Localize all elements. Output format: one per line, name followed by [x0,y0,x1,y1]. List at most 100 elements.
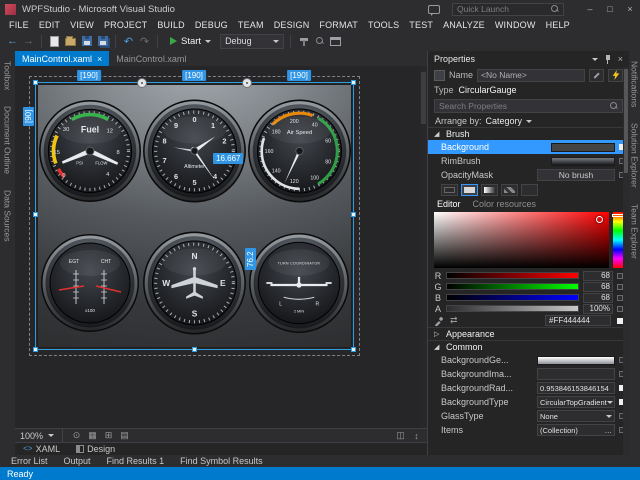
selected-gauge-panel[interactable]: Fuel 0 15 30 4 8 12 PSI FLOW [37,84,352,348]
sidebar-tab-data-sources[interactable]: Data Sources [3,190,13,242]
minimize-button[interactable]: – [580,1,600,17]
alpha-channel-value[interactable]: 100% [583,304,613,314]
sidebar-tab-notifications[interactable]: Notifications [630,61,640,107]
row-height-tag[interactable]: [90] [23,107,34,126]
resize-handle-w[interactable] [33,212,38,217]
menu-item-window[interactable]: WINDOW [490,20,541,30]
section-header-appearance[interactable]: ▷ Appearance [428,327,629,340]
alpha-channel-slider[interactable] [446,305,579,312]
tab-design[interactable]: Design [68,443,123,456]
start-debugging-button[interactable]: Start [164,33,217,50]
find-in-files-icon[interactable] [313,33,326,49]
column-splitter-knob[interactable] [242,78,252,88]
property-row-background[interactable]: Background [428,140,629,154]
maximize-button[interactable]: □ [600,1,620,17]
navigate-back-icon[interactable]: ← [6,33,19,49]
menu-item-tools[interactable]: TOOLS [363,20,404,30]
turn-coordinator-gauge[interactable]: TURN COORDINATOR L R 2 MIN [248,232,350,334]
green-channel-value[interactable]: 68 [583,282,613,292]
backgroundradius-value[interactable]: 0.953846153846154 [537,382,615,394]
properties-scrollbar[interactable] [623,67,629,455]
close-button[interactable]: × [620,1,640,17]
title-bar[interactable]: WPFStudio - Microsoft Visual Studio Quic… [0,0,640,18]
close-icon[interactable]: × [618,54,623,64]
sidebar-tab-toolbox[interactable]: Toolbox [3,61,13,90]
menu-item-debug[interactable]: DEBUG [190,20,233,30]
section-header-common[interactable]: ◢ Common [428,340,629,353]
column-width-tag[interactable]: [190] [77,70,101,81]
sidebar-tab-team-explorer[interactable]: Team Explorer [630,204,640,259]
events-mode-button[interactable] [608,69,623,82]
scrollbar-thumb[interactable] [624,69,628,173]
tab-color-resources[interactable]: Color resources [473,199,537,209]
open-file-icon[interactable] [64,33,77,49]
show-grid-icon[interactable]: ▦ [87,430,98,441]
artboard-background-icon[interactable]: ◫ [395,430,406,441]
ellipsis-icon[interactable]: … [605,426,613,435]
arrange-by-row[interactable]: Arrange by: Category [428,115,629,127]
tab-editor[interactable]: Editor [437,199,461,209]
property-row-rimbrush[interactable]: RimBrush [428,154,629,168]
altimeter-gauge[interactable]: 0 1 2 3 4 5 6 7 8 9 Altimeter [142,93,247,209]
property-row-backgroundtype[interactable]: BackgroundType CircularTopGradient [428,395,629,409]
scrollbar-thumb[interactable] [421,72,426,124]
backgroundimage-value[interactable] [537,368,615,380]
zoom-level-dropdown[interactable]: 100% [20,431,43,441]
property-row-glasstype[interactable]: GlassType None [428,409,629,423]
property-row-backgroundimage[interactable]: BackgroundIma... [428,367,629,381]
feedback-bubble-icon[interactable] [428,5,440,14]
opacitymask-value[interactable]: No brush [537,169,615,181]
menu-item-team[interactable]: TEAM [233,20,269,30]
column-splitter-knob[interactable] [137,78,147,88]
section-header-brush[interactable]: ◢ Brush [428,127,629,140]
doc-tab-maincontrol-inactive[interactable]: MainControl.xaml [109,51,193,66]
xaml-designer-surface[interactable]: Fuel 0 15 30 4 8 12 PSI FLOW [15,66,427,428]
sidebar-tab-solution-explorer[interactable]: Solution Explorer [630,123,640,188]
brush-resource-button[interactable] [521,184,538,196]
blue-channel-label[interactable]: B [434,293,442,303]
undo-icon[interactable]: ↶ [122,33,135,49]
backgroundgeometry-swatch[interactable] [537,356,615,365]
hue-slider[interactable] [613,212,623,268]
menu-item-analyze[interactable]: ANALYZE [438,20,490,30]
snap-to-grid-icon[interactable]: ⊞ [103,430,114,441]
properties-header[interactable]: Properties × [428,51,629,67]
solution-configuration-dropdown[interactable]: Debug [220,34,284,49]
column-width-tag[interactable]: [190] [182,70,206,81]
resize-handle-sw[interactable] [33,347,38,352]
search-properties-input[interactable]: Search Properties [434,99,623,113]
resize-handle-s[interactable] [192,347,197,352]
navigate-forward-icon[interactable]: → [22,33,35,49]
doc-tab-maincontrol-active[interactable]: MainControl.xaml × [15,51,109,66]
menu-item-view[interactable]: VIEW [65,20,99,30]
resize-handle-ne[interactable] [351,80,356,85]
swap-colors-icon[interactable]: ⇄ [450,315,458,326]
alpha-channel-label[interactable]: A [434,304,442,314]
saturation-value-picker[interactable] [434,212,609,268]
menu-item-build[interactable]: BUILD [152,20,190,30]
tile-brush-button[interactable] [501,184,518,196]
gradient-brush-button[interactable] [481,184,498,196]
menu-item-file[interactable]: FILE [4,20,34,30]
green-channel-label[interactable]: G [434,282,442,292]
items-collection-value[interactable]: (Collection) … [537,424,615,436]
close-icon[interactable]: × [97,54,102,64]
name-input[interactable]: <No Name> [477,69,585,82]
gauge-panel-background[interactable]: Fuel 0 15 30 4 8 12 PSI FLOW [37,84,352,348]
redo-icon[interactable]: ↷ [138,33,151,49]
tab-error-list[interactable]: Error List [3,455,56,467]
red-channel-slider[interactable] [446,272,579,279]
compass-gauge[interactable]: N E S W [142,229,247,337]
quick-launch-input[interactable]: Quick Launch [452,3,564,16]
property-row-items[interactable]: Items (Collection) … [428,423,629,437]
background-color-swatch[interactable] [551,143,615,152]
glasstype-dropdown[interactable]: None [537,410,615,422]
red-channel-label[interactable]: R [434,271,442,281]
airspeed-gauge[interactable]: Air Speed 40 60 80 100 120 140 160 180 2… [247,95,352,207]
sidebar-tab-document-outline[interactable]: Document Outline [3,106,13,174]
build-hammer-icon[interactable] [297,33,310,49]
red-channel-value[interactable]: 68 [583,271,613,281]
egt-cht-gauge[interactable]: EGT CHT x100 [40,233,140,333]
fuel-gauge[interactable]: Fuel 0 15 30 4 8 12 PSI FLOW [38,99,142,203]
split-orientation-icon[interactable]: ↕ [411,431,422,441]
